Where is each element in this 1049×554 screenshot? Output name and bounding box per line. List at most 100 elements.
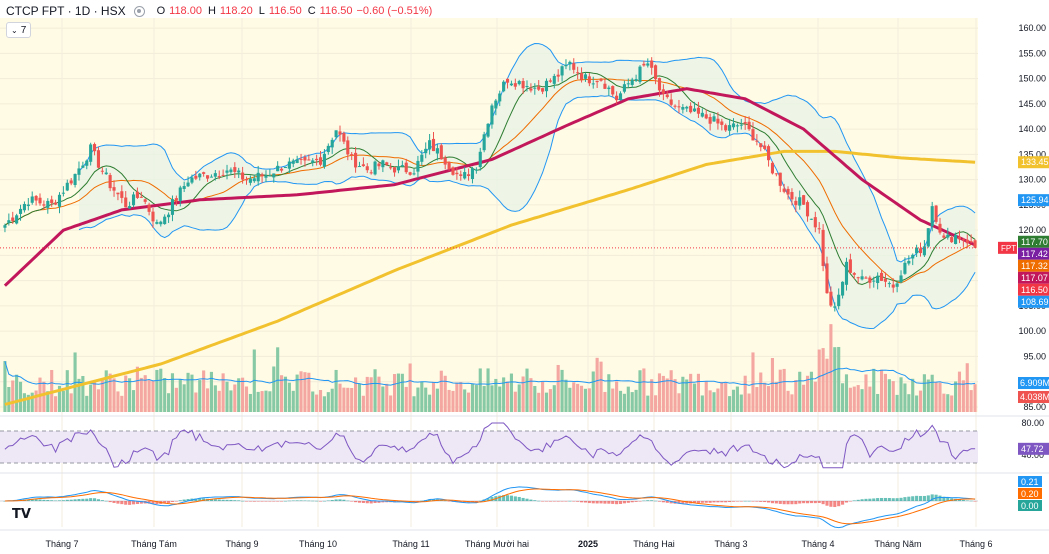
volume-bar (618, 390, 623, 412)
candle-body (151, 211, 155, 222)
candle-body (470, 168, 475, 180)
volume-bar (841, 383, 845, 412)
macd-histogram-bar (533, 500, 537, 501)
macd-histogram-bar (178, 500, 182, 501)
macd-histogram-bar (280, 501, 284, 502)
volume-bar (782, 368, 786, 412)
macd-histogram-bar (634, 501, 638, 502)
candle-body (759, 143, 763, 148)
volume-bar (525, 368, 529, 412)
macd-histogram-bar (315, 500, 319, 502)
macd-histogram-bar (221, 499, 225, 501)
candle-body (763, 145, 767, 149)
macd-histogram-bar (622, 501, 626, 504)
indicators-toggle-button[interactable]: ⌄ 7 (6, 22, 32, 38)
macd-histogram-bar (241, 500, 245, 502)
candle-body (252, 178, 256, 182)
macd-histogram-bar (264, 501, 268, 502)
volume-bar (751, 352, 755, 412)
volume-bar (272, 366, 276, 412)
macd-histogram-bar (89, 498, 93, 501)
macd-histogram-bar (903, 497, 907, 501)
candle-body (879, 272, 884, 281)
volume-bar (767, 386, 771, 412)
time-axis-label: Tháng 9 (225, 539, 258, 549)
candle-body (844, 261, 849, 285)
candle-body (825, 263, 829, 294)
candle-body (163, 216, 167, 225)
candle-body (280, 168, 284, 171)
macd-histogram-bar (544, 501, 549, 502)
candle-body (283, 167, 288, 169)
time-axis-label: Tháng 10 (299, 539, 337, 549)
macd-histogram-bar (217, 499, 221, 501)
macd-histogram-bar (131, 501, 136, 505)
macd-histogram-bar (646, 500, 650, 501)
candle-body (159, 221, 163, 225)
macd-histogram-bar (443, 500, 447, 502)
volume-bar (537, 392, 541, 412)
macd-histogram-bar (276, 501, 280, 502)
volume-bar (899, 377, 903, 412)
macd-histogram-bar (233, 500, 237, 501)
volume-bar (728, 396, 732, 412)
time-axis-label: Tháng 4 (801, 539, 834, 549)
volume-bar (202, 370, 206, 412)
macd-histogram-bar (755, 501, 759, 502)
volume-bar (576, 383, 580, 412)
volume-bar (957, 371, 962, 412)
volume-bar (69, 393, 73, 412)
candle-body (326, 145, 330, 153)
volume-bar (802, 384, 806, 412)
macd-histogram-bar (330, 500, 334, 501)
volume-bar (895, 394, 899, 412)
volume-bar (689, 373, 693, 412)
volume-bar (603, 391, 607, 412)
candle-body (451, 167, 455, 175)
volume-bar (478, 368, 482, 412)
candle-body (638, 66, 642, 82)
volume-bar (178, 379, 182, 412)
macd-histogram-bar (817, 501, 821, 503)
macd-histogram-bar (46, 499, 50, 501)
volume-bar (135, 366, 139, 412)
volume-bar (911, 378, 915, 412)
candle-body (381, 160, 385, 168)
volume-bar (377, 376, 381, 412)
candle-body (712, 116, 716, 122)
volume-bar (825, 358, 829, 412)
macd-histogram-bar (759, 501, 763, 502)
macd-histogram-bar (295, 500, 299, 501)
tradingview-logo-icon[interactable]: TV (12, 507, 34, 523)
candle-body (104, 172, 108, 175)
candle-body (221, 174, 225, 176)
candle-body (961, 239, 965, 241)
price-chart[interactable]: 85.0090.0095.00100.00105.00110.00115.001… (0, 0, 1049, 554)
candle-body (615, 95, 619, 101)
volume-bar (85, 395, 89, 412)
candle-body (622, 84, 626, 92)
volume-bar (389, 395, 393, 412)
macd-histogram-bar (782, 501, 786, 505)
time-axis-label: Tháng Tám (131, 539, 177, 549)
candle-body (147, 204, 151, 212)
time-axis-label: Tháng Hai (633, 539, 675, 549)
volume-bar (887, 379, 891, 412)
volume-bar (342, 387, 346, 412)
volume-bar (205, 388, 210, 412)
candle-body (396, 166, 401, 171)
volume-bar (42, 381, 46, 412)
volume-bar (221, 373, 225, 412)
candle-body (135, 191, 139, 198)
candle-body (272, 173, 276, 178)
macd-histogram-bar (587, 501, 591, 504)
candle-body (724, 125, 728, 131)
macd-histogram-bar (248, 501, 252, 502)
macd-histogram-bar (638, 501, 642, 502)
volume-bar (922, 374, 926, 412)
volume-bar (451, 390, 455, 412)
macd-histogram-bar (876, 498, 880, 501)
low-label: L (258, 5, 265, 17)
symbol-title[interactable]: CTCP FPT · 1D · HSX (6, 4, 126, 18)
candle-body (139, 196, 143, 198)
